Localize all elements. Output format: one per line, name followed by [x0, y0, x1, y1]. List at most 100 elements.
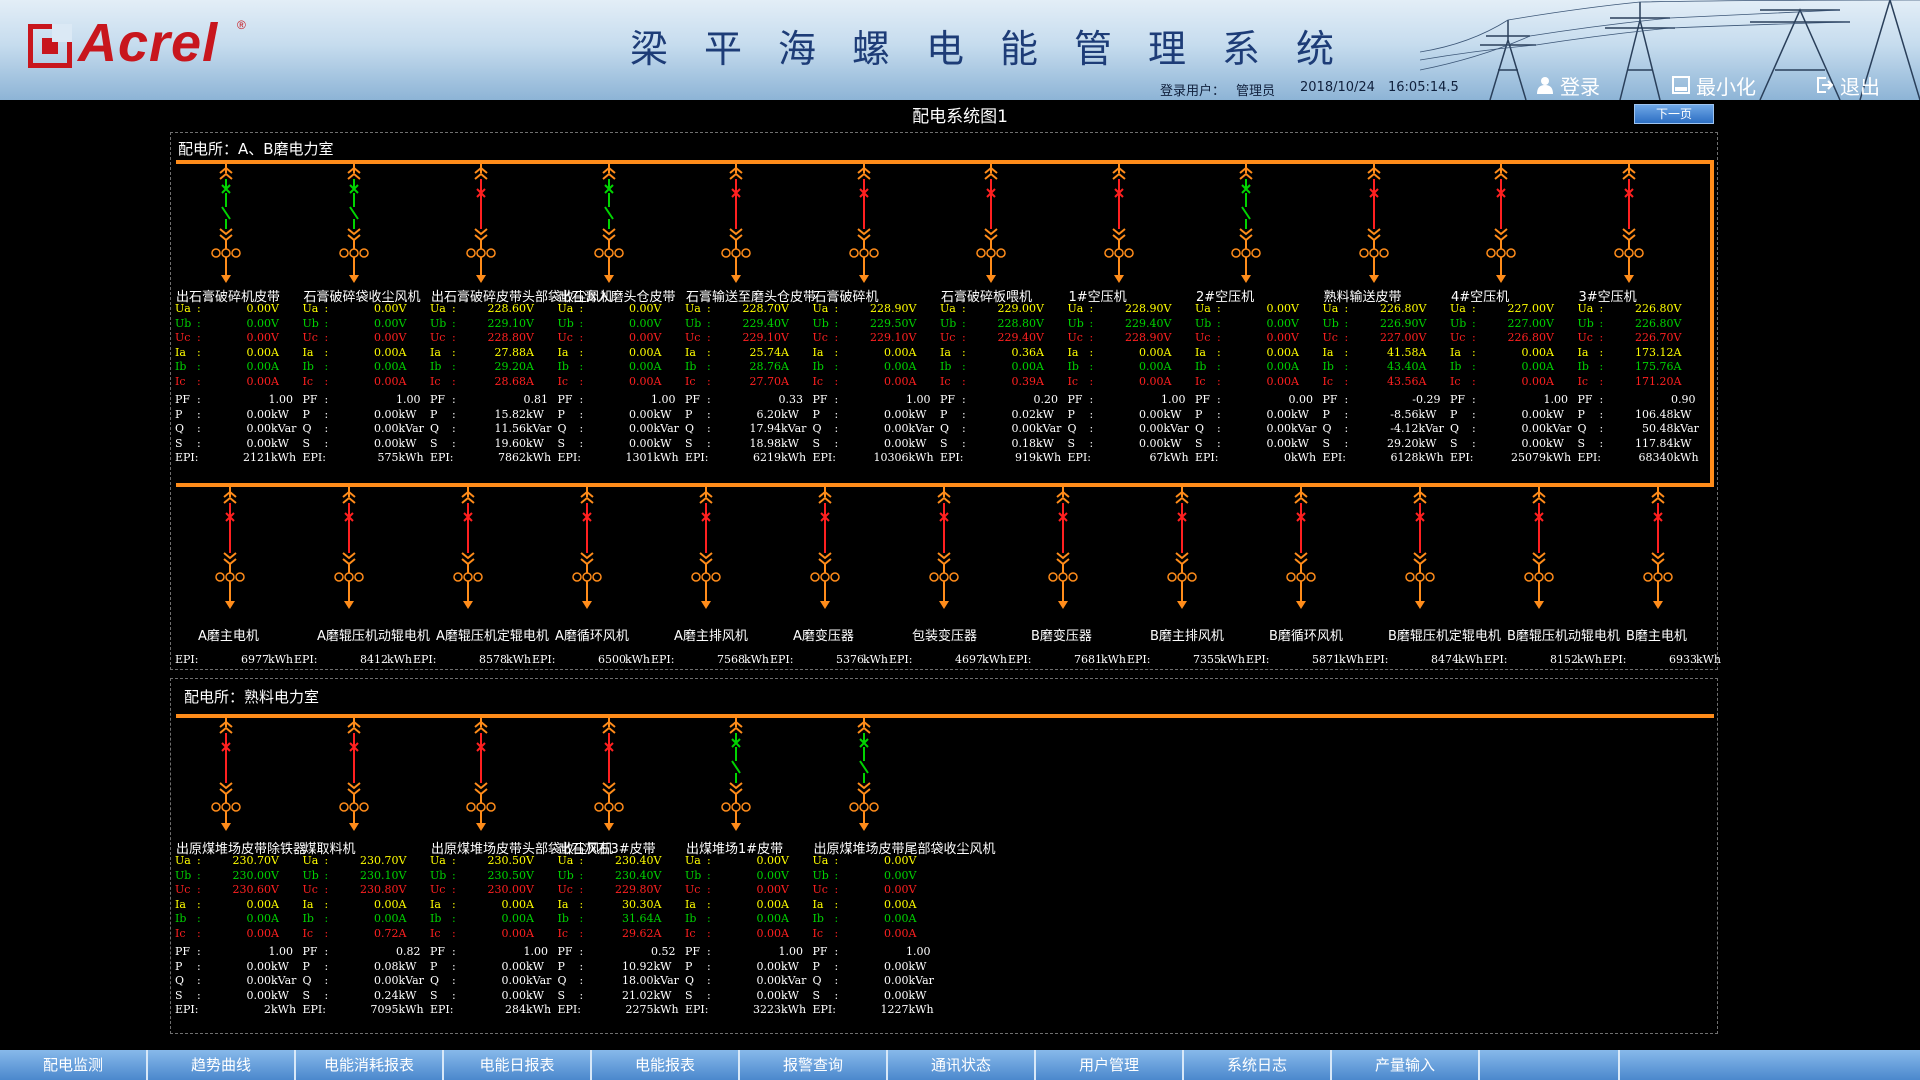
reading-row-p: P: 106.48 kW — [1578, 408, 1696, 423]
feeder-circuit[interactable] — [210, 487, 250, 611]
feeder-circuit[interactable] — [461, 717, 501, 833]
nav-energy-report[interactable]: 电能报表 — [592, 1050, 740, 1080]
feeder-name: A磨主排风机 — [674, 629, 748, 644]
nav-comm-status[interactable]: 通讯状态 — [888, 1050, 1036, 1080]
feeder-circuit[interactable] — [844, 163, 884, 285]
epi-value: 8412 — [360, 653, 388, 666]
epi-label: EPI: — [1484, 653, 1508, 666]
breaker-symbol[interactable] — [971, 163, 1011, 285]
reading-colon: : — [197, 912, 201, 925]
nav-power-monitoring[interactable]: 配电监测 — [0, 1050, 148, 1080]
reading-colon: : — [1344, 345, 1349, 359]
nav-system-log[interactable]: 系统日志 — [1184, 1050, 1332, 1080]
breaker-symbol[interactable] — [1638, 487, 1678, 611]
feeder-circuit[interactable] — [1481, 163, 1521, 285]
reading-value: 18.98 — [749, 436, 782, 450]
breaker-symbol[interactable] — [329, 487, 369, 611]
feeder-circuit[interactable] — [334, 163, 374, 285]
breaker-symbol[interactable] — [1281, 487, 1321, 611]
breaker-symbol[interactable] — [461, 163, 501, 285]
reading-colon: : — [324, 868, 329, 882]
feeder-circuit[interactable] — [805, 487, 845, 611]
feeder-circuit[interactable] — [1354, 163, 1394, 285]
feeder-circuit[interactable] — [461, 163, 501, 285]
breaker-symbol[interactable] — [448, 487, 488, 611]
reading-colon: : — [197, 393, 201, 406]
breaker-symbol[interactable] — [589, 717, 629, 833]
breaker-symbol[interactable] — [1400, 487, 1440, 611]
feeder-circuit[interactable] — [1609, 163, 1649, 285]
breaker-symbol[interactable] — [686, 487, 726, 611]
reading-unit: kW — [653, 436, 672, 450]
breaker-symbol[interactable] — [461, 717, 501, 833]
reading-colon: : — [452, 393, 456, 406]
feeder-circuit[interactable] — [1519, 487, 1559, 611]
next-page-button[interactable]: 下一页 — [1634, 104, 1714, 124]
breaker-symbol[interactable] — [1354, 163, 1394, 285]
reading-label: Ic — [302, 926, 314, 940]
breaker-symbol[interactable] — [805, 487, 845, 611]
feeder-circuit[interactable] — [1226, 163, 1266, 285]
feeder-circuit[interactable] — [971, 163, 1011, 285]
reading-colon: : — [707, 988, 711, 1002]
breaker-symbol[interactable] — [1162, 487, 1202, 611]
feeder-circuit[interactable] — [567, 487, 607, 611]
feeder-circuit[interactable] — [589, 717, 629, 833]
breaker-symbol[interactable] — [844, 163, 884, 285]
feeder-circuit[interactable] — [448, 487, 488, 611]
reading-value: 0.00 — [1011, 422, 1037, 435]
reading-row-ic: Ic: 0.00 A — [685, 927, 803, 942]
breaker-symbol[interactable] — [1481, 163, 1521, 285]
nav-production-input[interactable]: 产量输入 — [1332, 1050, 1480, 1080]
breaker-symbol[interactable] — [1226, 163, 1266, 285]
reading-row-q: Q: 0.00 kVar — [558, 422, 679, 437]
feeder-circuit[interactable] — [1162, 487, 1202, 611]
nav-energy-daily-report[interactable]: 电能日报表 — [444, 1050, 592, 1080]
feeder-circuit[interactable] — [1043, 487, 1083, 611]
reading-colon: : — [707, 974, 711, 987]
breaker-symbol[interactable] — [1519, 487, 1559, 611]
breaker-symbol[interactable] — [567, 487, 607, 611]
breaker-symbol[interactable] — [334, 717, 374, 833]
feeder-circuit[interactable] — [686, 487, 726, 611]
feeder-circuit[interactable] — [206, 717, 246, 833]
breaker-symbol[interactable] — [334, 163, 374, 285]
reading-colon: : — [1599, 422, 1604, 435]
breaker-symbol[interactable] — [206, 163, 246, 285]
reading-label: Ia — [1067, 345, 1079, 359]
nav-trend-curve[interactable]: 趋势曲线 — [148, 1050, 296, 1080]
feeder-circuit[interactable] — [844, 717, 884, 833]
nav-energy-consumption-report[interactable]: 电能消耗报表 — [296, 1050, 444, 1080]
breaker-symbol[interactable] — [716, 163, 756, 285]
feeder-circuit[interactable] — [329, 487, 369, 611]
feeder-circuit[interactable] — [589, 163, 629, 285]
breaker-symbol[interactable] — [589, 163, 629, 285]
breaker-symbol[interactable] — [1043, 487, 1083, 611]
feeder-circuit[interactable] — [1400, 487, 1440, 611]
breaker-symbol[interactable] — [206, 717, 246, 833]
feeder-circuit[interactable] — [206, 163, 246, 285]
reading-label: P — [302, 959, 310, 973]
login-button[interactable]: 登录 — [1536, 72, 1600, 99]
feeder-circuit[interactable] — [716, 163, 756, 285]
breaker-symbol[interactable] — [924, 487, 964, 611]
minimize-button[interactable]: 最小化 — [1672, 72, 1756, 99]
nav-alarm-query[interactable]: 报警查询 — [740, 1050, 888, 1080]
breaker-symbol[interactable] — [844, 717, 884, 833]
reading-value: 1.00 — [1161, 393, 1186, 406]
reading-label: EPI: — [1195, 451, 1219, 464]
breaker-symbol[interactable] — [1099, 163, 1139, 285]
reading-row-p: P: 10.92 kW — [558, 960, 676, 975]
feeder-circuit[interactable] — [924, 487, 964, 611]
breaker-symbol[interactable] — [1609, 163, 1649, 285]
feeder-circuit[interactable] — [334, 717, 374, 833]
reading-value: 0.00 — [756, 974, 782, 987]
nav-user-management[interactable]: 用户管理 — [1036, 1050, 1184, 1080]
breaker-symbol[interactable] — [210, 487, 250, 611]
feeder-circuit[interactable] — [1281, 487, 1321, 611]
feeder-circuit[interactable] — [716, 717, 756, 833]
feeder-circuit[interactable] — [1099, 163, 1139, 285]
breaker-symbol[interactable] — [716, 717, 756, 833]
feeder-circuit[interactable] — [1638, 487, 1678, 611]
exit-button[interactable]: 退出 — [1816, 72, 1880, 99]
